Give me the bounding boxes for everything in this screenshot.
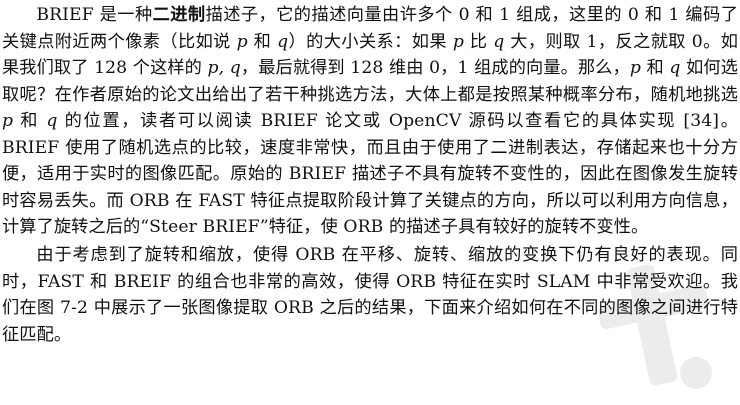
math-variable: q: [46, 111, 58, 131]
math-variable: p, q: [207, 58, 241, 78]
text-run: 的位置，读者可以阅读 BRIEF 论文或 OpenCV 源码以查看它的具体实现 …: [2, 111, 738, 237]
math-variable: p: [629, 58, 641, 78]
paragraph-brief-description: BRIEF 是一种二进制描述子，它的描述向量由许多个 0 和 1 组成，这里的 …: [2, 2, 738, 241]
text-run: 比: [463, 31, 494, 52]
math-variable: q: [493, 31, 505, 52]
document-body: BRIEF 是一种二进制描述子，它的描述向量由许多个 0 和 1 组成，这里的 …: [2, 2, 738, 348]
text-run: 由于考虑到了旋转和缩放，使得 ORB 在平移、旋转、缩放的变换下仍有良好的表现。…: [2, 245, 738, 345]
math-variable: q: [669, 58, 681, 78]
document-page: BRIEF 是一种二进制描述子，它的描述向量由许多个 0 和 1 组成，这里的 …: [0, 0, 740, 405]
math-variable: q: [277, 31, 289, 52]
text-run: 和: [640, 58, 670, 78]
text-run: BRIEF 是一种: [36, 5, 153, 25]
text-run: ）的大小关系：如果: [288, 31, 453, 52]
text-run: 和: [13, 111, 47, 131]
bold-term: 二进制: [152, 5, 206, 25]
math-variable: p: [452, 31, 464, 52]
math-variable: p: [236, 31, 248, 52]
paragraph-orb-performance: 由于考虑到了旋转和缩放，使得 ORB 在平移、旋转、缩放的变换下仍有良好的表现。…: [2, 242, 738, 348]
text-run: 和: [247, 31, 278, 52]
text-run: ，最后就得到 128 维由 0，1 组成的向量。那么，: [240, 58, 630, 78]
math-variable: p: [2, 111, 14, 131]
